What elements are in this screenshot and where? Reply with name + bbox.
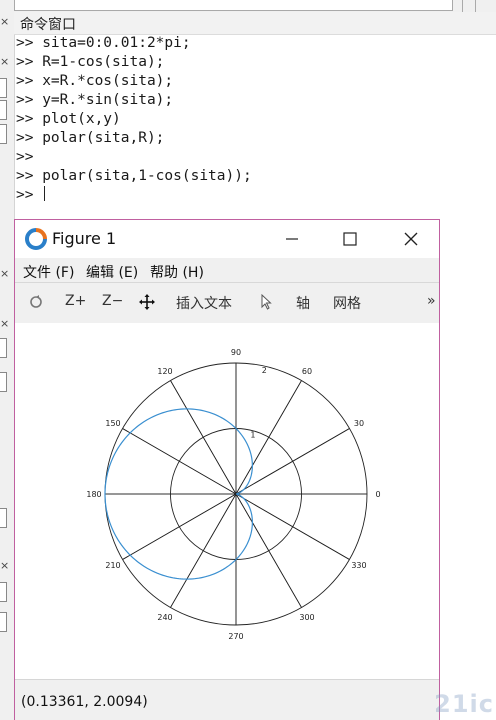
angle-tick-label: 30 bbox=[354, 419, 364, 428]
command-window-header: 命令窗口 bbox=[14, 12, 496, 35]
command-line: >> R=1-cos(sita); bbox=[16, 54, 165, 70]
angle-tick-label: 270 bbox=[228, 632, 243, 641]
radial-tick-label: 2 bbox=[262, 366, 267, 375]
maximize-icon[interactable] bbox=[337, 226, 363, 252]
command-window-title: 命令窗口 bbox=[20, 17, 76, 33]
figure-titlebar[interactable]: Figure 1 bbox=[15, 220, 439, 258]
polar-chart[interactable]: 120306090120150180210240270300330 bbox=[15, 323, 439, 679]
command-line: >> polar(sita,R); bbox=[16, 130, 165, 146]
figure-title: Figure 1 bbox=[52, 229, 117, 248]
angle-tick-label: 300 bbox=[299, 613, 314, 622]
menu-edit[interactable]: 编辑 (E) bbox=[86, 262, 138, 282]
divider bbox=[462, 0, 463, 12]
figure-window[interactable]: Figure 1 文件 (F) 编辑 (E) 帮助 (H) Z+ Z− 插入文本 bbox=[14, 219, 440, 720]
divider bbox=[475, 0, 476, 12]
command-line: >> sita=0:0.01:2*pi; bbox=[16, 35, 191, 51]
collapsed-panel-tab[interactable] bbox=[0, 124, 7, 144]
collapsed-panel-tab[interactable] bbox=[0, 582, 7, 602]
command-window[interactable]: >> sita=0:0.01:2*pi; >> R=1-cos(sita); >… bbox=[14, 34, 496, 205]
insert-text-button[interactable]: 插入文本 bbox=[176, 293, 232, 313]
plot-area[interactable]: 1 2 0 30 60 90 120 150 180 210 240 270 300 330 bbox=[15, 323, 439, 679]
collapsed-panel-tab[interactable] bbox=[0, 612, 7, 632]
close-window-icon[interactable] bbox=[398, 226, 424, 252]
angle-tick-label: 210 bbox=[105, 561, 120, 570]
command-prompt[interactable]: >> bbox=[14, 186, 496, 205]
grid-button[interactable]: 网格 bbox=[333, 293, 361, 313]
rotate-icon[interactable] bbox=[28, 294, 44, 310]
angle-tick-label: 60 bbox=[302, 367, 312, 376]
figure-menubar: 文件 (F) 编辑 (E) 帮助 (H) bbox=[15, 258, 439, 282]
angle-tick-label: 150 bbox=[105, 419, 120, 428]
collapsed-panel-tab[interactable] bbox=[0, 372, 7, 392]
menu-file[interactable]: 文件 (F) bbox=[23, 262, 74, 282]
pointer-icon[interactable] bbox=[259, 294, 273, 310]
menu-help[interactable]: 帮助 (H) bbox=[150, 262, 204, 282]
close-icon[interactable]: × bbox=[0, 16, 9, 28]
command-line: >> bbox=[16, 149, 34, 165]
prompt-text: >> bbox=[16, 187, 43, 203]
matlab-logo-icon bbox=[25, 228, 47, 250]
collapsed-panel-tab[interactable] bbox=[0, 78, 7, 98]
angle-tick-label: 0 bbox=[375, 490, 380, 499]
axis-button[interactable]: 轴 bbox=[296, 293, 310, 313]
angle-tick-label: 180 bbox=[86, 490, 101, 499]
zoom-out-button[interactable]: Z− bbox=[102, 293, 123, 309]
collapsed-panel-tab[interactable] bbox=[0, 338, 7, 358]
command-line: >> x=R.*cos(sita); bbox=[16, 73, 174, 89]
toolbar-overflow-button[interactable]: » bbox=[427, 293, 436, 309]
angle-tick-label: 120 bbox=[157, 367, 172, 376]
radial-tick-label: 1 bbox=[250, 430, 255, 439]
cursor-coordinates: (0.13361, 2.0094) bbox=[21, 694, 148, 710]
minimize-icon[interactable] bbox=[279, 226, 305, 252]
figure-toolbar: Z+ Z− 插入文本 轴 网格 » bbox=[15, 282, 439, 324]
command-line: >> polar(sita,1-cos(sita)); bbox=[16, 168, 252, 184]
watermark-logo: 21ic bbox=[434, 690, 494, 718]
pan-icon[interactable] bbox=[139, 294, 155, 310]
current-folder-field[interactable] bbox=[14, 0, 453, 11]
command-line: >> y=R.*sin(sita); bbox=[16, 92, 174, 108]
left-panel-strip: × × × × × bbox=[0, 0, 15, 720]
collapsed-panel-tab[interactable] bbox=[0, 508, 7, 528]
close-icon[interactable]: × bbox=[0, 268, 9, 280]
close-icon[interactable]: × bbox=[0, 318, 9, 330]
text-cursor bbox=[44, 186, 46, 201]
angle-tick-label: 330 bbox=[351, 561, 366, 570]
figure-statusbar: (0.13361, 2.0094) bbox=[15, 679, 439, 720]
angle-tick-label: 90 bbox=[231, 348, 241, 357]
command-line: >> plot(x,y) bbox=[16, 111, 121, 127]
angle-tick-label: 240 bbox=[157, 613, 172, 622]
close-icon[interactable]: × bbox=[0, 560, 9, 572]
zoom-in-button[interactable]: Z+ bbox=[65, 293, 86, 309]
collapsed-panel-tab[interactable] bbox=[0, 100, 7, 120]
close-icon[interactable]: × bbox=[0, 56, 9, 68]
